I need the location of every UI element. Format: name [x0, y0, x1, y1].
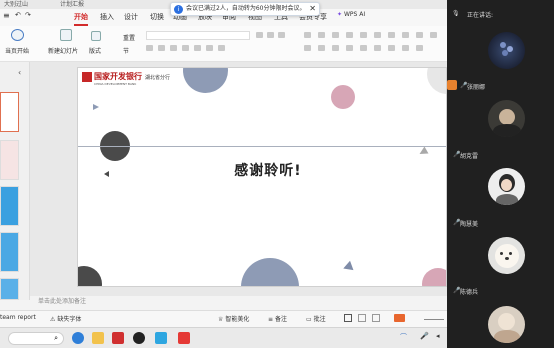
- play-slideshow-icon[interactable]: [394, 314, 405, 322]
- decor-circle: [183, 68, 228, 93]
- wps-icon[interactable]: [178, 332, 190, 344]
- speaking-label: 正在讲话:: [467, 12, 494, 19]
- redo-icon[interactable]: ↷: [25, 9, 31, 22]
- notes-toggle-button[interactable]: ≡ 备注: [268, 314, 287, 323]
- meeting-app-icon[interactable]: [155, 332, 167, 344]
- participant-avatar[interactable]: [488, 306, 525, 343]
- slide-thumbnail[interactable]: [0, 140, 19, 180]
- bank-name: 国家开发银行: [94, 71, 142, 81]
- participant-name: 陶慧美: [460, 221, 479, 228]
- menu-icon[interactable]: ≡: [3, 9, 10, 22]
- collapse-panel-icon[interactable]: ‹: [18, 68, 21, 77]
- app-window: 大别过山 计划汇报 ≡ ↶ ↷ 开始 插入 设计 切换 动画 放映 审阅 视图 …: [0, 0, 554, 348]
- notes-label: 备注: [274, 316, 287, 323]
- layout-icon[interactable]: [91, 31, 101, 41]
- qq-icon[interactable]: [133, 332, 145, 344]
- from-start-button[interactable]: 当页开始: [5, 46, 29, 55]
- font-size-buttons[interactable]: [256, 31, 296, 40]
- tab-design[interactable]: 设计: [124, 11, 138, 24]
- missing-font-button[interactable]: ⚠ 缺失字体: [50, 314, 81, 323]
- bank-logo-icon: [82, 72, 92, 82]
- bank-name-en: CHINA DEVELOPMENT BANK: [94, 82, 137, 86]
- new-slide-icon[interactable]: [60, 29, 72, 41]
- decor-circle: [427, 68, 446, 94]
- notification-text: 会议已满过2人，自动转为60分钟限时会议。: [186, 5, 306, 12]
- mic-icon: 🎙: [452, 10, 460, 17]
- wps-ai-icon: ✦: [337, 11, 343, 18]
- wps-ai-button[interactable]: ✦ WPS AI: [337, 11, 365, 18]
- doc-tab-1[interactable]: 大别过山: [4, 0, 28, 9]
- document-name: team report: [0, 314, 36, 321]
- comments-button[interactable]: ▭ 批注: [306, 314, 326, 323]
- participant-avatar[interactable]: [488, 32, 525, 69]
- participant-avatar[interactable]: [488, 168, 525, 205]
- paragraph-buttons[interactable]: [304, 31, 444, 55]
- search-icon: ⌕: [54, 334, 58, 342]
- info-icon: i: [174, 5, 183, 14]
- sorter-view-icon[interactable]: [358, 314, 366, 322]
- decor-triangle: [93, 104, 99, 110]
- undo-icon[interactable]: ↶: [15, 9, 21, 22]
- tab-transition[interactable]: 切换: [150, 11, 164, 24]
- network-icon[interactable]: ⌒: [400, 332, 407, 342]
- decor-triangle: [341, 260, 354, 274]
- meeting-notification: i 会议已满过2人，自动转为60分钟限时会议。 ✕: [170, 2, 320, 16]
- ribbon-toolbar: 当页开始 新建幻灯片 版式 重置 节: [0, 26, 447, 62]
- participant-name: 张丽娜: [467, 84, 486, 91]
- beautify-icon: ♕: [218, 316, 224, 323]
- participant-avatar[interactable]: [488, 100, 525, 137]
- play-icon[interactable]: [11, 29, 24, 41]
- decor-circle: [331, 85, 355, 109]
- slide-thumbnail[interactable]: [0, 92, 19, 132]
- reading-view-icon[interactable]: [372, 314, 380, 322]
- slide-thumbnail[interactable]: [0, 232, 19, 272]
- taskbar-search[interactable]: ⌕: [8, 332, 64, 345]
- reset-button[interactable]: 重置: [123, 33, 135, 42]
- section-button[interactable]: 节: [123, 46, 129, 55]
- tab-insert[interactable]: 插入: [100, 11, 114, 24]
- status-bar: team report ⚠ 缺失字体 ♕ 智能美化 ≡ 备注 ▭ 批注: [0, 310, 447, 327]
- notes-icon: ≡: [268, 316, 274, 323]
- doc-tab-2[interactable]: 计划汇报: [60, 0, 84, 9]
- participant-name: 胡克雷: [460, 153, 479, 160]
- close-icon[interactable]: ✕: [309, 3, 316, 15]
- edge-icon[interactable]: [72, 332, 84, 344]
- notes-area[interactable]: 单击此处添加备注: [30, 296, 447, 308]
- branch-name: 湖北省分行: [145, 75, 171, 81]
- microphone-icon[interactable]: 🎤: [420, 332, 429, 340]
- missing-font-label: 缺失字体: [57, 316, 82, 323]
- warning-icon: ⚠: [50, 316, 56, 323]
- decor-circle: [422, 268, 446, 286]
- font-name-select[interactable]: [146, 31, 250, 40]
- font-format-buttons[interactable]: [146, 44, 246, 53]
- comments-label: 批注: [313, 316, 326, 323]
- participant-name: 陈德兵: [460, 289, 479, 296]
- beautify-label: 智能美化: [225, 316, 250, 323]
- volume-icon[interactable]: ◂: [436, 332, 440, 340]
- smart-beautify-button[interactable]: ♕ 智能美化: [218, 314, 249, 323]
- wps-ai-label: WPS AI: [343, 11, 366, 18]
- slide-thumbnail-panel: [0, 62, 30, 300]
- decor-circle: [241, 258, 299, 286]
- taskbar: ⌕ ⌒ 🎤 ◂: [0, 327, 447, 348]
- zoom-slider[interactable]: [424, 319, 444, 320]
- folder-icon[interactable]: [92, 332, 104, 344]
- slide-thumbnail[interactable]: [0, 278, 19, 300]
- slide-thumbnail[interactable]: [0, 186, 19, 226]
- user-icon: [447, 80, 457, 90]
- new-slide-button[interactable]: 新建幻灯片: [48, 46, 78, 55]
- divider-line: [78, 146, 446, 147]
- current-slide[interactable]: 国家开发银行 CHINA DEVELOPMENT BANK 湖北省分行 感谢聆听…: [77, 67, 447, 287]
- normal-view-icon[interactable]: [344, 314, 352, 322]
- comment-icon: ▭: [306, 316, 312, 323]
- decor-triangle: [417, 146, 429, 158]
- tab-home[interactable]: 开始: [74, 11, 88, 26]
- slide-title: 感谢聆听!: [234, 163, 302, 179]
- decor-circle: [78, 266, 102, 286]
- participant-avatar[interactable]: [488, 237, 525, 274]
- layout-button[interactable]: 版式: [89, 46, 101, 55]
- app-icon[interactable]: [112, 332, 124, 344]
